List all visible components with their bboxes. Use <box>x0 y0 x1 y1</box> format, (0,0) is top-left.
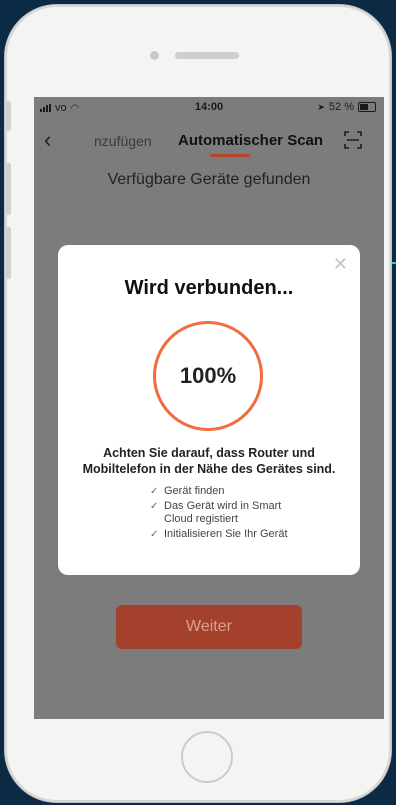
mute-switch <box>6 101 11 131</box>
back-chevron-icon[interactable]: ‹ <box>44 127 51 153</box>
step-label: Initialisieren Sie Ihr Gerät <box>164 528 288 540</box>
home-button[interactable] <box>181 731 233 783</box>
phone-screen: vo ◠ 14:00 ➤ 52 % ‹ nzufügen Automatisch… <box>34 97 384 719</box>
battery-percent: 52 % <box>328 101 354 113</box>
location-icon: ➤ <box>317 101 325 112</box>
check-icon: ✓ <box>150 501 159 512</box>
tab-manual-add[interactable]: nzufügen <box>94 133 152 149</box>
progress-value: 100% <box>179 363 237 388</box>
page-heading: Verfügbare Geräte gefunden <box>107 171 311 188</box>
check-icon: ✓ <box>150 529 159 540</box>
step-label-line-1: Das Gerät wird in Smart <box>164 500 282 512</box>
step-label: Gerät finden <box>164 485 225 497</box>
next-button[interactable]: Weiter <box>116 605 302 649</box>
step-item: ✓ Das Gerät wird in Smart Cloud registie… <box>150 500 288 526</box>
earpiece-speaker <box>175 52 239 59</box>
dialog-title: Wird verbunden... <box>124 277 294 299</box>
warning-line-2: Mobiltelefon in der Nähe des Gerätes sin… <box>82 462 336 476</box>
progress-ring: 100% <box>153 321 263 431</box>
top-nav: ‹ nzufügen Automatischer Scan <box>34 121 384 161</box>
scan-icon[interactable] <box>344 131 362 149</box>
warning-line-1: Achten Sie darauf, dass Router und <box>103 446 315 460</box>
active-tab-indicator <box>210 154 250 157</box>
phone-frame: vo ◠ 14:00 ➤ 52 % ‹ nzufügen Automatisch… <box>5 5 391 802</box>
step-label-line-2: Cloud registiert <box>164 513 238 525</box>
step-item: ✓ Gerät finden <box>150 485 288 498</box>
volume-up-button <box>6 163 11 215</box>
front-camera <box>150 51 159 60</box>
status-bar: vo ◠ 14:00 ➤ 52 % <box>34 97 384 119</box>
step-label: Das Gerät wird in Smart Cloud registiert <box>164 500 281 526</box>
volume-down-button <box>6 227 11 279</box>
proximity-warning: Achten Sie darauf, dass Router und Mobil… <box>58 445 360 477</box>
battery-icon <box>358 102 376 112</box>
check-icon: ✓ <box>150 486 159 497</box>
connecting-dialog: ✕ Wird verbunden... 100% Achten Sie dara… <box>58 245 360 575</box>
step-list: ✓ Gerät finden ✓ Das Gerät wird in Smart… <box>150 485 288 543</box>
close-icon[interactable]: ✕ <box>333 255 348 273</box>
tab-auto-scan[interactable]: Automatischer Scan <box>178 132 323 149</box>
step-item: ✓ Initialisieren Sie Ihr Gerät <box>150 528 288 541</box>
